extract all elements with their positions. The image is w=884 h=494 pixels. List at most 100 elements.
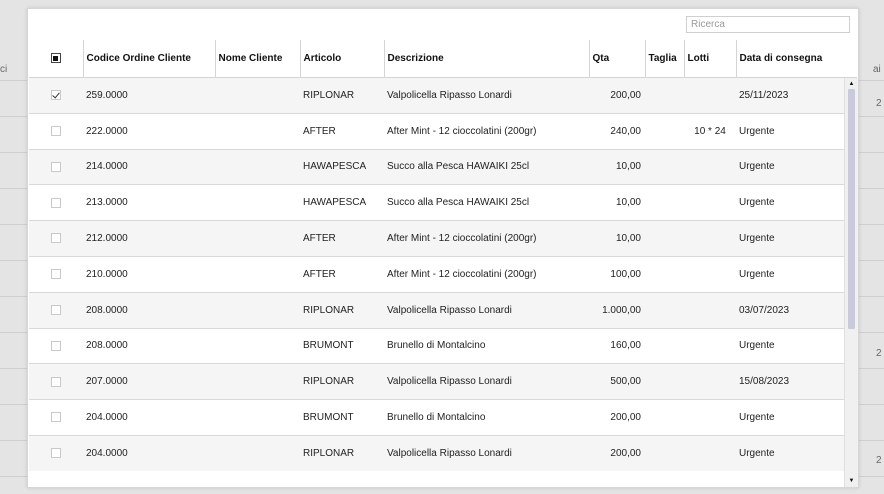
table-header-row: Codice Ordine Cliente Nome Cliente Artic… xyxy=(29,40,844,78)
cell-articolo: RIPLONAR xyxy=(300,77,384,114)
cell-codice: 213.0000 xyxy=(83,184,215,221)
scroll-down-icon[interactable]: ▼ xyxy=(845,476,858,486)
cell-data-consegna: 25/11/2023 xyxy=(736,77,844,114)
search-input[interactable] xyxy=(686,16,850,33)
cell-descrizione: Succo alla Pesca HAWAIKI 25cl xyxy=(384,184,589,221)
table-row[interactable]: 207.0000 RIPLONAR Valpolicella Ripasso Lon… xyxy=(29,363,844,400)
table-row[interactable]: 204.0000 RIPLONAR Valpolicella Ripasso Lon… xyxy=(29,434,844,471)
cell-data-consegna: Urgente xyxy=(736,255,844,293)
cell-codice: 208.0000 xyxy=(83,291,215,329)
row-select-cell[interactable] xyxy=(29,255,83,293)
checkbox-icon[interactable] xyxy=(51,161,61,172)
checkbox-icon[interactable] xyxy=(51,269,61,280)
cell-data-consegna: 15/08/2023 xyxy=(736,363,844,400)
cell-qta: 200,00 xyxy=(589,434,645,471)
scroll-up-icon[interactable]: ▲ xyxy=(845,79,858,89)
cell-nome-cliente xyxy=(215,327,300,364)
checkbox-icon[interactable] xyxy=(51,126,61,137)
table-row[interactable]: 214.0000 HAWAPESCA Succo alla Pesca HAWAIK… xyxy=(29,148,844,185)
cell-articolo: HAWAPESCA xyxy=(300,148,384,185)
column-header-codice[interactable]: Codice Ordine Cliente xyxy=(82,40,216,78)
cell-nome-cliente xyxy=(215,399,300,436)
row-select-cell[interactable] xyxy=(29,399,83,436)
column-header-articolo[interactable]: Articolo xyxy=(299,40,385,78)
cell-qta: 200,00 xyxy=(589,399,645,436)
cell-data-consegna: Urgente xyxy=(736,220,844,257)
scrollbar-thumb[interactable] xyxy=(848,89,855,329)
cell-descrizione: Valpolicella Ripasso Lonardi xyxy=(384,363,589,400)
column-header-taglia[interactable]: Taglia xyxy=(644,40,685,78)
row-select-cell[interactable] xyxy=(29,112,83,150)
table-row[interactable]: 213.0000 HAWAPESCA Succo alla Pesca HAWAIK… xyxy=(29,184,844,221)
cell-nome-cliente xyxy=(215,112,300,150)
checkbox-icon[interactable] xyxy=(51,376,61,387)
select-all-header[interactable] xyxy=(29,40,84,78)
cell-qta: 10,00 xyxy=(589,148,645,185)
cell-codice: 259.0000 xyxy=(83,77,215,114)
orders-grid: Codice Ordine Cliente Nome Cliente Artic… xyxy=(29,40,844,487)
orders-table: Codice Ordine Cliente Nome Cliente Artic… xyxy=(29,40,844,471)
column-header-descrizione[interactable]: Descrizione xyxy=(383,40,590,78)
row-select-cell[interactable] xyxy=(29,184,83,221)
cell-qta: 10,00 xyxy=(589,220,645,257)
checkbox-icon[interactable] xyxy=(51,340,61,351)
select-all-checkbox-icon[interactable] xyxy=(50,53,61,64)
cell-descrizione: Valpolicella Ripasso Lonardi xyxy=(384,434,589,471)
cell-codice: 212.0000 xyxy=(83,220,215,257)
cell-articolo: BRUMONT xyxy=(300,399,384,436)
vertical-scrollbar[interactable]: ▲ ▼ xyxy=(844,78,858,487)
cell-qta: 100,00 xyxy=(589,255,645,293)
row-select-cell[interactable] xyxy=(29,327,83,364)
checkbox-icon[interactable] xyxy=(51,448,61,459)
table-row[interactable]: 259.0000 RIPLONAR Valpolicella Ripasso Lon… xyxy=(29,77,844,114)
cell-nome-cliente xyxy=(215,291,300,329)
table-row[interactable]: 222.0000 AFTER After Mint - 12 cioccolatin… xyxy=(29,112,844,150)
cell-nome-cliente xyxy=(215,148,300,185)
row-select-cell[interactable] xyxy=(29,291,83,329)
row-select-cell[interactable] xyxy=(29,148,83,185)
column-header-lotti[interactable]: Lotti xyxy=(683,40,737,78)
checkbox-icon[interactable] xyxy=(51,305,61,316)
cell-taglia xyxy=(645,148,684,185)
cell-qta: 10,00 xyxy=(589,184,645,221)
cell-taglia xyxy=(645,112,684,150)
cell-nome-cliente xyxy=(215,363,300,400)
cell-taglia xyxy=(645,434,684,471)
cell-articolo: RIPLONAR xyxy=(300,291,384,329)
table-row[interactable]: 212.0000 AFTER After Mint - 12 cioccolatin… xyxy=(29,220,844,257)
header-scroll-spacer xyxy=(844,40,857,78)
cell-descrizione: After Mint - 12 cioccolatini (200gr) xyxy=(384,220,589,257)
row-select-cell[interactable] xyxy=(29,77,83,114)
table-row[interactable]: 210.0000 AFTER After Mint - 12 cioccolatin… xyxy=(29,255,844,293)
cell-lotti xyxy=(684,255,736,293)
checkbox-icon[interactable] xyxy=(51,412,61,423)
table-row[interactable]: 204.0000 BRUMONT Brunello di Montalcino 200… xyxy=(29,399,844,436)
table-row[interactable]: 208.0000 RIPLONAR Valpolicella Ripasso Lon… xyxy=(29,291,844,329)
cell-data-consegna: Urgente xyxy=(736,148,844,185)
cell-nome-cliente xyxy=(215,184,300,221)
cell-lotti xyxy=(684,327,736,364)
checked-checkbox-icon[interactable] xyxy=(51,90,61,101)
cell-taglia xyxy=(645,327,684,364)
cell-qta: 160,00 xyxy=(589,327,645,364)
cell-codice: 204.0000 xyxy=(83,434,215,471)
cell-descrizione: Brunello di Montalcino xyxy=(384,327,589,364)
cell-codice: 208.0000 xyxy=(83,327,215,364)
cell-nome-cliente xyxy=(215,434,300,471)
order-picker-dialog: Codice Ordine Cliente Nome Cliente Artic… xyxy=(27,8,859,488)
cell-nome-cliente xyxy=(215,220,300,257)
row-select-cell[interactable] xyxy=(29,363,83,400)
table-row[interactable]: 208.0000 BRUMONT Brunello di Montalcino 160… xyxy=(29,327,844,364)
cell-descrizione: After Mint - 12 cioccolatini (200gr) xyxy=(384,255,589,293)
cell-data-consegna: Urgente xyxy=(736,399,844,436)
cell-descrizione: After Mint - 12 cioccolatini (200gr) xyxy=(384,112,589,150)
cell-articolo: AFTER xyxy=(300,112,384,150)
cell-nome-cliente xyxy=(215,77,300,114)
column-header-data-consegna[interactable]: Data di consegna xyxy=(735,40,844,78)
column-header-nome-cliente[interactable]: Nome Cliente xyxy=(214,40,301,78)
column-header-qta[interactable]: Qta xyxy=(588,40,646,78)
checkbox-icon[interactable] xyxy=(51,197,61,208)
checkbox-icon[interactable] xyxy=(51,233,61,244)
row-select-cell[interactable] xyxy=(29,434,83,471)
row-select-cell[interactable] xyxy=(29,220,83,257)
